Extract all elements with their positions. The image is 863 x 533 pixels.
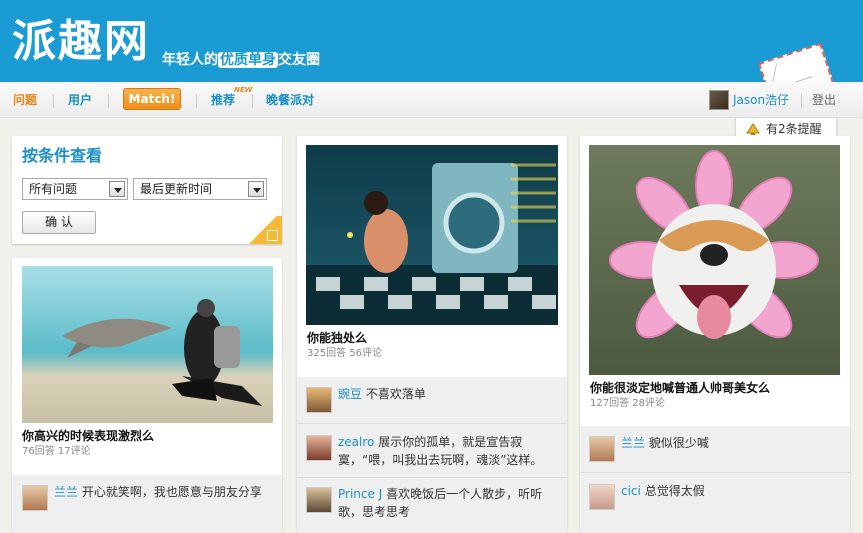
comment-text: 开心就笑啊，我也愿意与朋友分享	[81, 485, 262, 499]
comment-text-cont: 寞，“喂，叫我出去玩啊，魂淡”这样。	[338, 453, 543, 467]
new-badge: NEW	[234, 86, 253, 94]
nav-item-dinner-party[interactable]: 晚餐派对	[266, 92, 314, 108]
comment-item: 豌豆 不喜欢落单	[306, 385, 561, 415]
question-filter-select[interactable]: 所有问题	[22, 178, 128, 200]
comment-author[interactable]: Prince J	[338, 487, 382, 501]
match-button[interactable]: Match!	[123, 88, 181, 110]
edit-corner-icon[interactable]	[244, 216, 282, 244]
avatar[interactable]	[589, 484, 615, 510]
comment-text: 喜欢晚饭后一个人散步，听听	[386, 487, 543, 501]
comment-list: 兰兰 貌似很少喊 cici 总觉得太假	[580, 426, 850, 533]
comment-item: Prince J 喜欢晚饭后一个人散步，听听歌，思考思考	[306, 485, 561, 525]
comment-author[interactable]: 豌豆	[338, 387, 362, 401]
logout-link[interactable]: 登出	[812, 92, 836, 108]
user-name-link[interactable]: Jason浩仔	[733, 92, 789, 108]
site-logo[interactable]: 派趣网	[12, 14, 150, 70]
comment-author[interactable]: 兰兰	[621, 436, 645, 450]
comment-text-cont: 歌，思考思考	[338, 505, 411, 519]
nav-divider	[252, 94, 253, 108]
avatar[interactable]	[306, 487, 332, 513]
post-title[interactable]: 你能很淡定地喊普通人帅哥美女么	[590, 380, 770, 396]
comment-item: 兰兰 开心就笑啊，我也愿意与朋友分享	[22, 483, 277, 513]
comment-author[interactable]: 兰兰	[54, 485, 78, 499]
nav-divider	[53, 94, 54, 108]
avatar[interactable]	[306, 435, 332, 461]
avatar[interactable]	[306, 387, 332, 413]
post-image[interactable]	[589, 145, 840, 375]
post-card: 你能很淡定地喊普通人帅哥美女么 127回答 28评论 兰兰 貌似很少喊 cici…	[580, 136, 850, 533]
comment-item: zealro 展示你的孤单，就是宣告寂寞，“喂，叫我出去玩啊，魂淡”这样。	[306, 433, 561, 473]
comment-author[interactable]: zealro	[338, 435, 374, 449]
confirm-button[interactable]: 确 认	[22, 211, 96, 234]
tagline-highlight: 优质单身	[218, 52, 278, 68]
tagline-post: 交友圈	[278, 52, 320, 68]
post-image[interactable]	[306, 145, 558, 325]
comment-author[interactable]: cici	[621, 484, 641, 498]
nav-item-questions[interactable]: 问题	[13, 92, 37, 108]
nav-item-recommend[interactable]: 推荐	[211, 92, 235, 108]
comment-text: 不喜欢落单	[365, 387, 426, 401]
post-stats: 127回答 28评论	[590, 398, 665, 409]
comment-divider	[580, 472, 850, 473]
bell-icon	[746, 123, 760, 135]
comment-list: 豌豆 不喜欢落单 zealro 展示你的孤单，就是宣告寂寞，“喂，叫我出去玩啊，…	[297, 377, 567, 533]
question-filter-value: 所有问题	[29, 182, 78, 196]
avatar[interactable]	[589, 436, 615, 462]
comment-divider	[297, 477, 567, 478]
post-title[interactable]: 你能独处么	[307, 330, 367, 346]
sort-select[interactable]: 最后更新时间	[133, 178, 267, 200]
comment-item: cici 总觉得太假	[589, 482, 844, 512]
sort-value: 最后更新时间	[140, 182, 213, 196]
post-card: 你能独处么 325回答 56评论 豌豆 不喜欢落单 zealro 展示你的孤单，…	[297, 136, 567, 533]
chevron-down-icon[interactable]	[248, 181, 264, 197]
comment-text: 展示你的孤单，就是宣告寂	[378, 435, 523, 449]
nav-item-users[interactable]: 用户	[68, 92, 92, 108]
envelope-icon	[758, 42, 834, 82]
nav-divider	[108, 94, 109, 108]
site-header: 派趣网 年轻人的 优质单身 交友圈	[0, 0, 863, 82]
comment-item: 兰兰 貌似很少喊	[589, 434, 844, 464]
comment-divider	[297, 423, 567, 424]
comment-text: 总觉得太假	[644, 484, 705, 498]
chevron-down-icon[interactable]	[109, 181, 125, 197]
post-card: 你高兴的时候表现激烈么 76回答 17评论 兰兰 开心就笑啊，我也愿意与朋友分享	[12, 258, 282, 533]
user-avatar[interactable]	[709, 90, 729, 110]
filter-title: 按条件查看	[22, 146, 103, 165]
comment-list: 兰兰 开心就笑啊，我也愿意与朋友分享	[12, 475, 282, 533]
main-nav: 问题 用户 Match! 推荐 NEW 晚餐派对 Jason浩仔 登出	[0, 82, 863, 118]
notification-text: 有2条提醒	[766, 122, 822, 136]
post-stats: 76回答 17评论	[22, 446, 91, 457]
filter-panel: 按条件查看 所有问题 最后更新时间 确 认	[12, 136, 282, 244]
comment-text: 貌似很少喊	[648, 436, 709, 450]
avatar[interactable]	[22, 485, 48, 511]
post-image[interactable]	[22, 266, 273, 423]
post-title[interactable]: 你高兴的时候表现激烈么	[22, 428, 154, 444]
tagline-pre: 年轻人的	[162, 52, 218, 68]
site-tagline: 年轻人的 优质单身 交友圈	[162, 50, 320, 70]
nav-divider	[801, 94, 802, 108]
nav-divider	[196, 94, 197, 108]
post-stats: 325回答 56评论	[307, 348, 382, 359]
